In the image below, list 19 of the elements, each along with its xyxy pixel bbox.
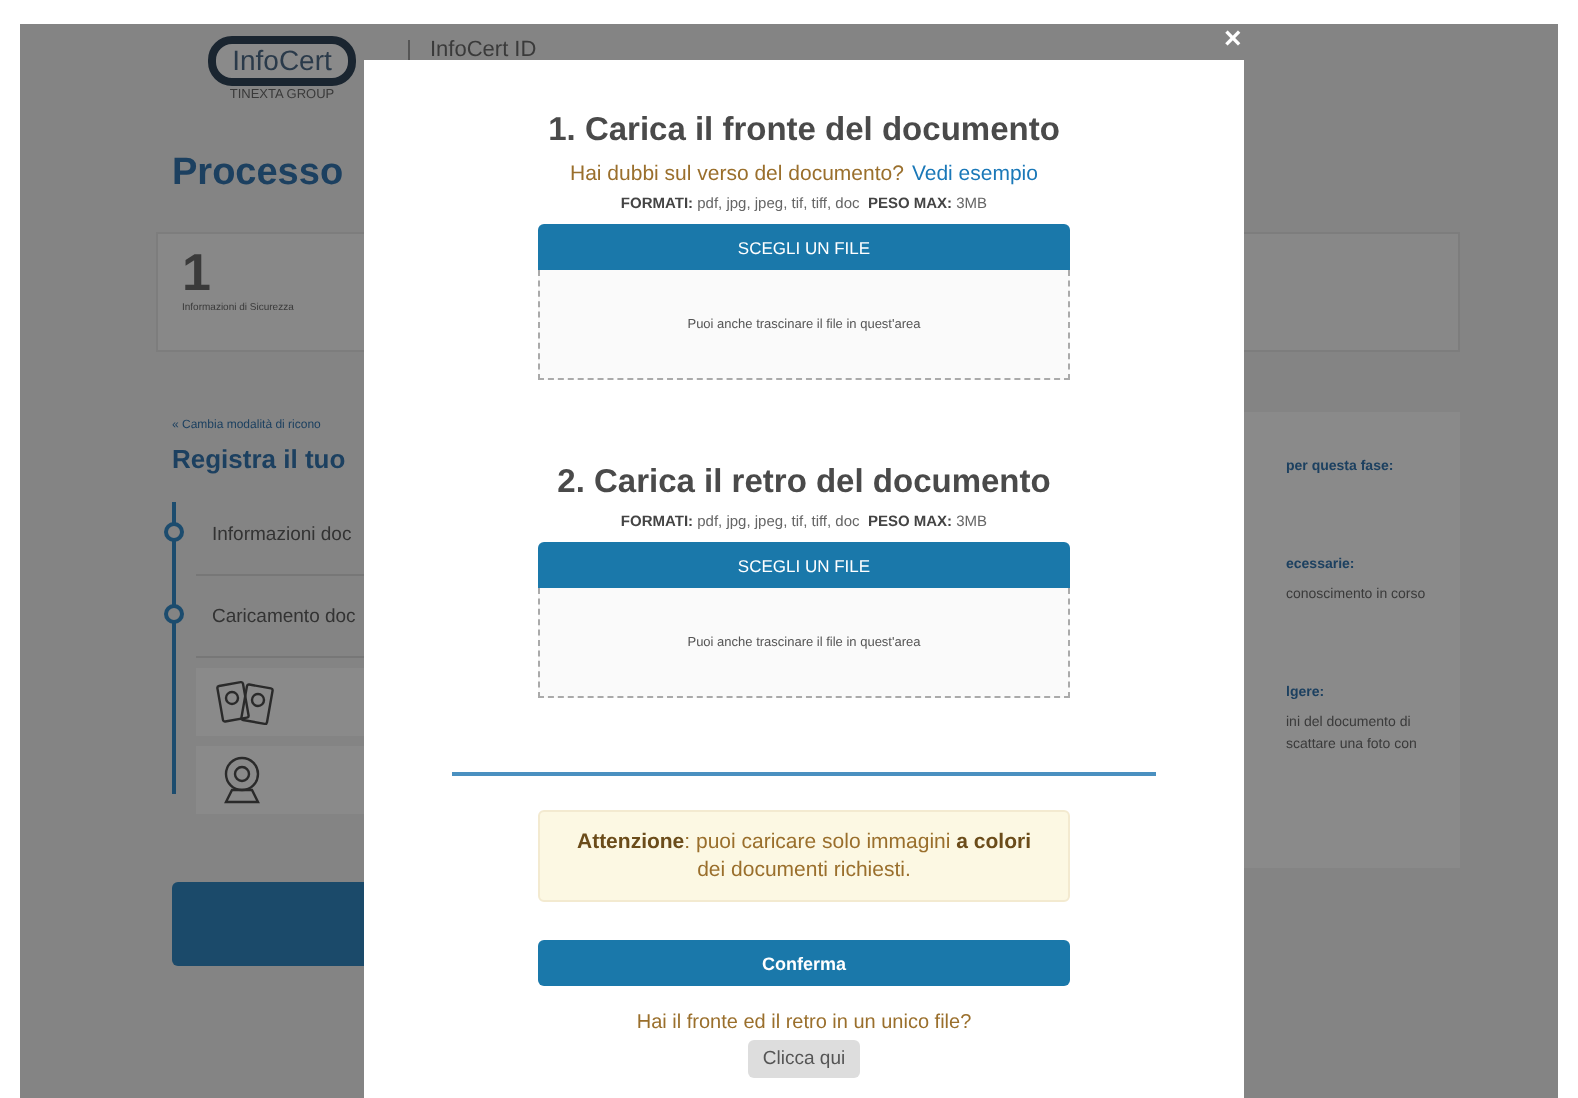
example-link[interactable]: Vedi esempio xyxy=(911,162,1038,186)
timeline-step: Informazioni doc xyxy=(196,523,352,545)
click-here-button[interactable]: Clicca qui xyxy=(748,1040,860,1078)
logo: InfoCert xyxy=(208,36,356,86)
hint-text: Hai dubbi sul verso del documento? xyxy=(570,162,904,186)
warning-message: Attenzione: puoi caricare solo immagini a colori dei documenti richiesti. xyxy=(538,810,1070,902)
close-button[interactable]: × xyxy=(1224,24,1242,56)
product-name: InfoCert ID xyxy=(430,38,537,62)
page-title: Processo xyxy=(172,152,344,198)
id-cards-icon xyxy=(216,678,276,726)
timeline-step: Caricamento doc xyxy=(196,605,356,627)
choose-file-button[interactable]: SCEGLI UN FILE xyxy=(538,224,1070,270)
section-title: Registra il tuo xyxy=(172,444,346,474)
section-heading: 2. Carica il retro del documento xyxy=(557,462,1051,504)
step-number: 1 xyxy=(182,242,211,302)
section-heading: 1. Carica il fronte del documento xyxy=(548,110,1060,152)
single-file-question: Hai il fronte ed il retro in un unico file? xyxy=(636,1012,972,1034)
choose-file-button[interactable]: SCEGLI UN FILE xyxy=(538,542,1070,588)
confirm-button[interactable]: Conferma xyxy=(538,940,1070,986)
